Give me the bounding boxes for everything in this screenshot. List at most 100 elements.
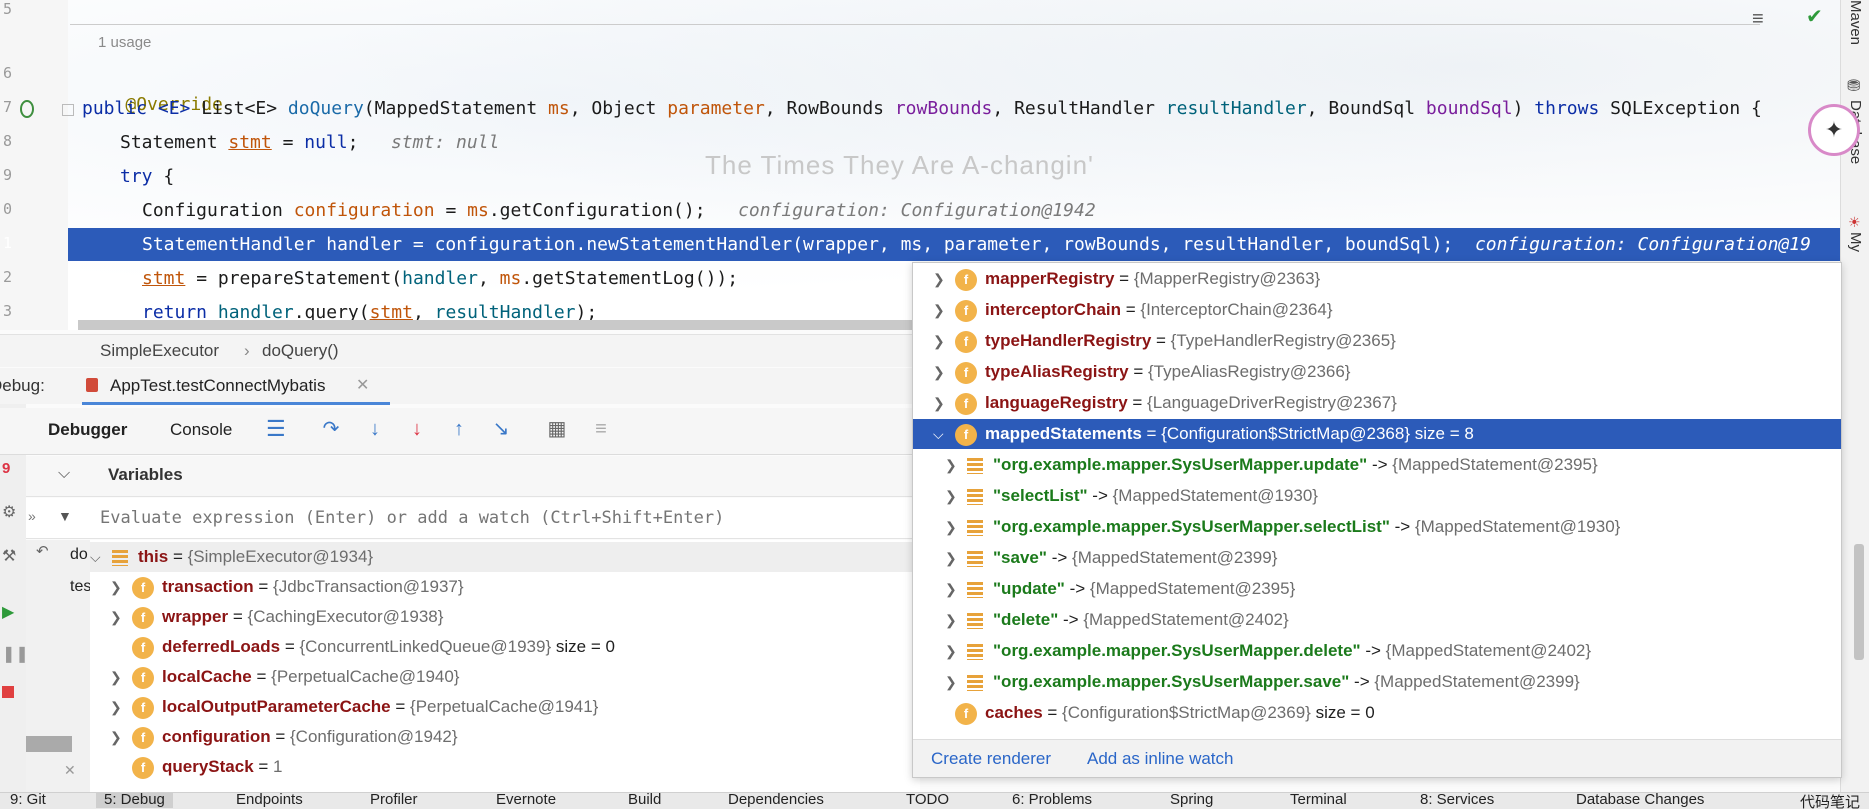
evaluate-input[interactable] [98, 504, 902, 532]
frame-item[interactable]: tes [70, 578, 91, 596]
map-entry-row[interactable]: ❯ "org.example.mapper.SysUserMapper.selec… [945, 512, 1620, 542]
evaluate-expression-icon[interactable]: ▦ [546, 418, 568, 440]
watch-dropdown-icon[interactable]: ▼ [58, 508, 72, 524]
field-icon: f [132, 636, 154, 659]
code-line-override[interactable]: @Override [82, 60, 223, 115]
frames-scroll-thumb[interactable] [26, 736, 72, 752]
show-execution-point-icon[interactable]: ↷ [320, 418, 342, 440]
tool-tab-problems[interactable]: 6: Problems [1012, 793, 1092, 808]
tool-tab-services[interactable]: 8: Services [1420, 793, 1494, 808]
configuration-popup[interactable]: ❯ f mapperRegistry = {MapperRegistry@2363}… [912, 262, 1842, 778]
tree-row[interactable]: f deferredLoads = {ConcurrentLinkedQueue@… [110, 632, 615, 662]
popup-field-row[interactable]: ❯ f mapperRegistry = {MapperRegistry@2363} [933, 264, 1320, 294]
popup-field-row[interactable]: f caches = {Configuration$StrictMap@2369}… [955, 698, 1375, 728]
tree-row[interactable]: ❯ f configuration = {Configuration@1942} [110, 722, 458, 752]
session-tab[interactable]: AppTest.testConnectMybatis [110, 376, 325, 396]
tree-row-this[interactable]: ⌵ this = {SimpleExecutor@1934} [90, 542, 920, 572]
line-number: 8 [2, 132, 12, 150]
horizontal-scrollbar[interactable] [78, 320, 918, 330]
line-number: 9 [2, 166, 12, 184]
code-line-signature[interactable]: public <E> List<E> doQuery(MappedStateme… [82, 94, 1762, 124]
line-number: 1 [2, 234, 12, 252]
entry-icon [967, 643, 983, 660]
code-line-configuration[interactable]: Configuration configuration = ms.getConf… [142, 196, 1096, 226]
tool-window-bar: 9: Git 5: Debug Endpoints Profiler Evern… [0, 792, 1869, 809]
override-gutter-icon[interactable] [20, 100, 34, 118]
tool-tab-spring[interactable]: Spring [1170, 793, 1213, 808]
popup-field-row[interactable]: ❯ f typeHandlerRegistry = {TypeHandlerRegi… [933, 326, 1396, 356]
map-entry-row[interactable]: ❯ "delete" -> {MappedStatement@2402} [945, 605, 1289, 635]
tool-tab-build[interactable]: Build [628, 793, 661, 808]
breadcrumb-method[interactable]: doQuery() [262, 341, 339, 361]
tool-tab-git[interactable]: 9: Git [10, 793, 46, 808]
field-icon: f [955, 299, 977, 322]
tool-tab-code-notes[interactable]: 代码笔记 [1800, 793, 1860, 809]
tool-tab-todo[interactable]: TODO [906, 793, 949, 808]
frame-back-icon[interactable]: ↶ [36, 542, 49, 560]
code-line-statement-handler[interactable]: StatementHandler handler = configuration… [142, 230, 1811, 260]
usage-hint[interactable]: 1 usage [98, 34, 151, 51]
popup-selected-row[interactable]: ⌵ f mappedStatements = {Configuration$Stri… [913, 419, 1841, 449]
tool-tab-dependencies[interactable]: Dependencies [728, 793, 824, 808]
tree-row[interactable]: f queryStack = 1 [110, 752, 283, 782]
top-separator [70, 24, 1760, 25]
maven-tool-tab[interactable]: Maven [1847, 0, 1864, 45]
faded-background-title: The Times They Are A-changin' [705, 150, 1095, 180]
tool-tab-profiler[interactable]: Profiler [370, 793, 418, 808]
console-tab[interactable]: Console [170, 420, 232, 440]
popup-field-row[interactable]: ❯ f interceptorChain = {InterceptorChain@2… [933, 295, 1333, 325]
map-entry-row[interactable]: ❯ "update" -> {MappedStatement@2395} [945, 574, 1295, 604]
step-into-icon[interactable]: ↓ [406, 418, 428, 440]
map-entry-row[interactable]: ❯ "org.example.mapper.SysUserMapper.save"… [945, 667, 1580, 697]
field-icon: f [132, 606, 154, 629]
stop-icon[interactable] [2, 686, 14, 698]
variables-title: Variables [108, 465, 183, 484]
pause-icon[interactable]: ❚❚ [2, 644, 29, 664]
code-line-try[interactable]: try { [120, 162, 174, 192]
tree-row[interactable]: ❯ f transaction = {JdbcTransaction@1937} [110, 572, 464, 602]
tool-tab-database-changes[interactable]: Database Changes [1576, 793, 1704, 808]
breadcrumb-class[interactable]: SimpleExecutor [100, 341, 219, 361]
map-entry-row[interactable]: ❯ "org.example.mapper.SysUserMapper.updat… [945, 450, 1598, 480]
tool-tab-evernote[interactable]: Evernote [496, 793, 556, 808]
watch-expand-icon[interactable]: » [28, 508, 36, 524]
wrench-icon[interactable]: ⚒ [2, 546, 16, 566]
step-out-icon[interactable]: ↑ [448, 418, 470, 440]
add-inline-watch-link[interactable]: Add as inline watch [1087, 749, 1233, 769]
debugger-tab[interactable]: Debugger [48, 420, 127, 440]
map-entry-row[interactable]: ❯ "selectList" -> {MappedStatement@1930} [945, 481, 1318, 511]
tree-row[interactable]: ❯ f localCache = {PerpetualCache@1940} [110, 662, 460, 692]
map-entry-row[interactable]: ❯ "org.example.mapper.SysUserMapper.delet… [945, 636, 1591, 666]
tree-row[interactable]: ❯ f wrapper = {CachingExecutor@1938} [110, 602, 443, 632]
field-icon: f [132, 696, 154, 719]
trace-icon[interactable]: ≡ [590, 418, 612, 440]
plugin-logo-icon[interactable]: ✦ [1808, 104, 1860, 156]
code-line-prepare[interactable]: stmt = prepareStatement(handler, ms.getS… [142, 264, 738, 294]
frames-close-icon[interactable]: ✕ [64, 762, 76, 779]
frame-item[interactable]: do [70, 546, 88, 564]
session-tab-icon [86, 378, 98, 392]
field-icon: f [132, 666, 154, 689]
tool-tab-debug[interactable]: 5: Debug [96, 793, 173, 808]
popup-field-row[interactable]: ❯ f typeAliasRegistry = {TypeAliasRegistry… [933, 357, 1350, 387]
tree-row[interactable]: ❯ f localOutputParameterCache = {Perpetual… [110, 692, 598, 722]
fold-icon[interactable] [62, 104, 74, 116]
my-tool-tab[interactable]: My [1847, 232, 1864, 252]
settings-icon[interactable]: ⚙ [2, 502, 16, 522]
popup-scrollbar[interactable] [1854, 544, 1864, 660]
run-to-cursor-icon[interactable]: ↘ [490, 418, 512, 440]
reader-mode-icon[interactable]: ≡ [1752, 8, 1764, 31]
popup-field-row[interactable]: ❯ f languageRegistry = {LanguageDriverRegi… [933, 388, 1397, 418]
line-number: 5 [2, 0, 12, 18]
step-over-icon[interactable]: ↓ [364, 418, 386, 440]
tool-tab-terminal[interactable]: Terminal [1290, 793, 1347, 808]
tool-tab-endpoints[interactable]: Endpoints [236, 793, 303, 808]
code-line-stmt[interactable]: Statement stmt = null; stmt: null [120, 128, 499, 158]
create-renderer-link[interactable]: Create renderer [931, 749, 1051, 769]
layout-menu-icon[interactable]: ☰ [266, 416, 286, 442]
close-session-icon[interactable]: ✕ [356, 375, 369, 395]
resume-icon[interactable]: ▶ [2, 602, 14, 622]
collapse-chevron-icon[interactable]: ⌵ [58, 465, 70, 483]
map-entry-row[interactable]: ❯ "save" -> {MappedStatement@2399} [945, 543, 1277, 573]
bug-icon: ☀ [1848, 214, 1861, 230]
